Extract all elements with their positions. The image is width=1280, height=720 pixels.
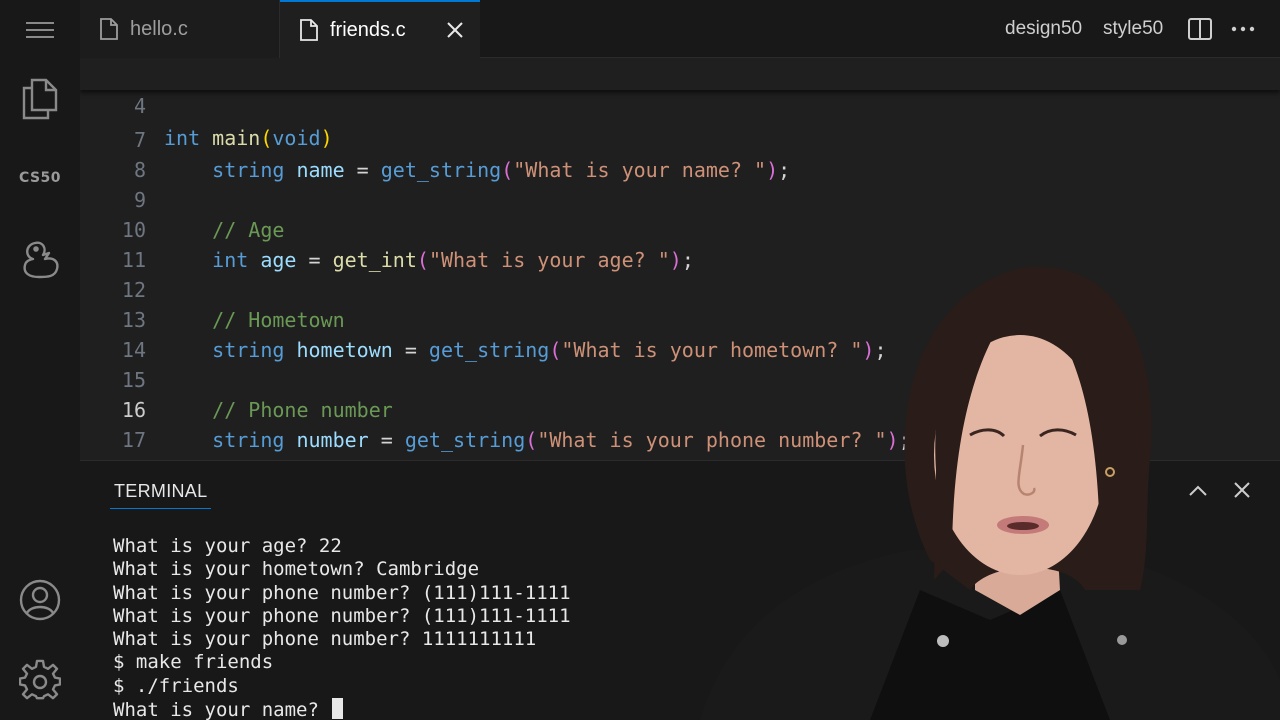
code-line[interactable]: 7 string name = get_string("What is your…	[80, 95, 1280, 182]
split-editor-icon[interactable]	[1187, 0, 1213, 58]
code-line[interactable]: 10 int age = get_int("What is your age? …	[80, 185, 1280, 272]
terminal-line: $ ./friends	[113, 674, 239, 697]
file-icon	[100, 18, 118, 40]
terminal-line: What is your age? 22	[113, 535, 342, 557]
tab-hello-c[interactable]: hello.c	[80, 0, 280, 58]
terminal-prompt-line: What is your name?	[113, 698, 571, 720]
code-line[interactable]: 9 // Age	[80, 155, 1280, 242]
terminal-line: $ make friends	[113, 651, 274, 674]
tab-bar: hello.c friends.c design50 style50	[80, 0, 1280, 58]
file-icon	[300, 19, 318, 41]
code-token: main	[212, 126, 261, 150]
tab-terminal[interactable]: TERMINAL	[110, 475, 212, 509]
design50-button[interactable]: design50	[1005, 0, 1082, 58]
code-line[interactable]: 11	[80, 215, 1280, 272]
terminal-line: What is your phone number? (111)111-1111	[113, 604, 571, 627]
terminal-line: What is your name?	[113, 699, 331, 720]
code-token: void	[272, 126, 321, 150]
explorer-files-icon[interactable]	[0, 74, 80, 124]
presenter-video-overlay	[700, 266, 1280, 720]
cs50-icon[interactable]: CS50	[0, 160, 80, 196]
code-token: int	[164, 126, 201, 150]
style50-button[interactable]: style50	[1103, 0, 1163, 58]
terminal-output[interactable]: What is your age? 22 What is your hometow…	[113, 535, 571, 720]
sticky-scroll-line[interactable]: 4 int main(void)	[80, 58, 1280, 150]
activity-bar: CS50	[0, 0, 80, 720]
menu-icon[interactable]	[0, 12, 80, 48]
terminal-line: What is your phone number? (111)111-1111	[113, 581, 571, 604]
terminal-cursor	[332, 698, 344, 720]
settings-gear-icon[interactable]	[0, 655, 80, 705]
tab-label: friends.c	[330, 18, 406, 41]
terminal-line: What is your phone number? 1111111111	[113, 628, 537, 651]
more-actions-icon[interactable]	[1230, 0, 1256, 58]
line-number: 4	[133, 94, 146, 118]
terminal-line: What is your hometown? Cambridge	[113, 558, 480, 581]
tab-label: hello.c	[130, 17, 188, 40]
account-icon[interactable]	[0, 575, 80, 625]
close-tab-icon[interactable]	[440, 15, 470, 45]
tab-friends-c[interactable]: friends.c	[280, 0, 480, 58]
duck-debugger-icon[interactable]	[0, 234, 80, 284]
